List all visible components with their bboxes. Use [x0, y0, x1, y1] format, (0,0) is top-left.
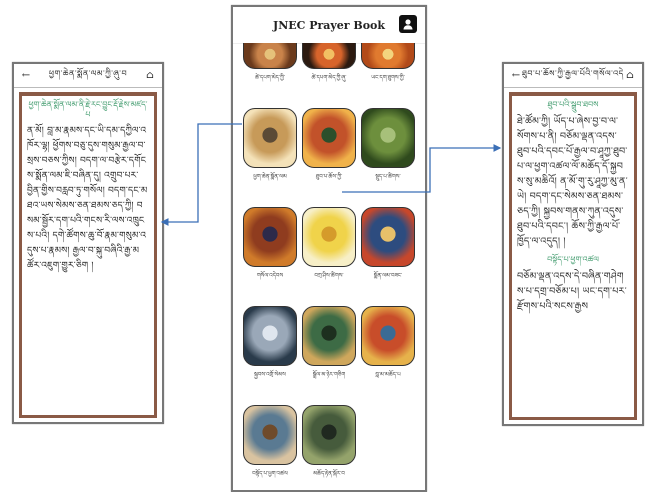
arrow-to-left-reader [160, 123, 242, 226]
arrow-to-right-reader [342, 144, 502, 193]
navigation-arrows [160, 123, 502, 226]
